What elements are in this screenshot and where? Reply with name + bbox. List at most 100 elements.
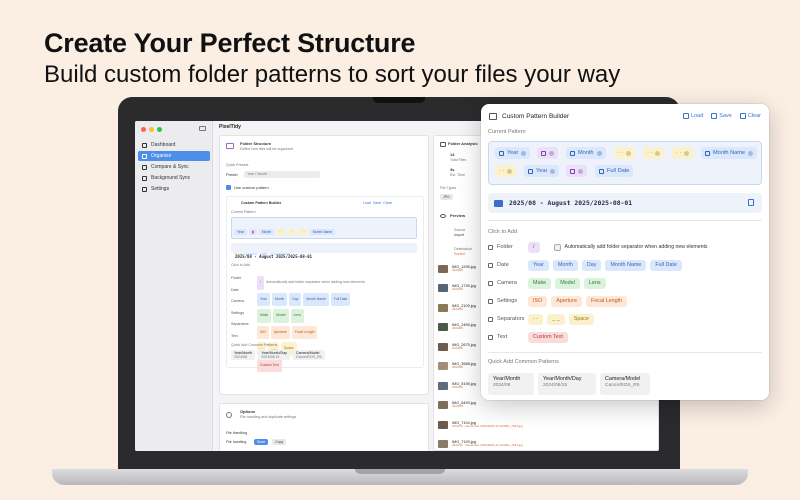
mini-save[interactable]: Save bbox=[373, 201, 381, 205]
quick-add-camera-model[interactable]: Camera/Model Canon/EOS_R5 bbox=[600, 373, 650, 395]
mini-token[interactable]: · · bbox=[276, 229, 286, 235]
calendar-icon bbox=[599, 168, 604, 174]
preview-file-row[interactable]: IMG_6493.jpg 2024/08 bbox=[438, 400, 656, 411]
mini-chip[interactable]: Make bbox=[257, 309, 272, 323]
remove-icon[interactable] bbox=[655, 150, 661, 156]
add-focal-length[interactable]: Focal Length bbox=[585, 295, 628, 307]
mini-chip[interactable]: Lens bbox=[290, 309, 304, 323]
add-underscore[interactable]: _ _ bbox=[547, 313, 565, 325]
sidebar-item-organize[interactable]: Organize bbox=[138, 151, 210, 161]
file-destination: 2024/08 bbox=[452, 287, 463, 292]
add-lens[interactable]: Lens bbox=[583, 277, 606, 289]
token-folder-separator[interactable] bbox=[537, 147, 558, 159]
mini-quick-item[interactable]: Year/Month 2024/08 bbox=[231, 350, 256, 360]
preview-file-row[interactable]: IMG_7104.jpg 2024/12 · December 2024/2024… bbox=[438, 419, 656, 430]
remove-icon[interactable] bbox=[550, 168, 556, 174]
add-year[interactable]: Year bbox=[528, 259, 549, 271]
add-aperture[interactable]: Aperture bbox=[551, 295, 582, 307]
quick-add-title: Camera/Model bbox=[605, 376, 641, 382]
photo-thumbnail bbox=[438, 342, 448, 351]
add-model[interactable]: Model bbox=[555, 277, 580, 289]
mini-quick-item[interactable]: Camera/Model Canon/EOS_R5 bbox=[292, 350, 325, 360]
token-month-name[interactable]: Month Name bbox=[701, 147, 758, 159]
preset-label: Preset bbox=[226, 172, 238, 177]
mini-chip[interactable]: Month bbox=[271, 292, 288, 306]
preview-file-row[interactable]: IMG_7193.jpg 2024/12 · December 2024/2024… bbox=[438, 439, 656, 450]
remove-icon[interactable] bbox=[626, 150, 632, 156]
hero-subline: Build custom folder patterns to sort you… bbox=[44, 61, 621, 88]
remove-icon[interactable] bbox=[578, 168, 583, 174]
mini-token[interactable]: Year bbox=[234, 229, 247, 235]
mini-token[interactable]: Month Name bbox=[309, 229, 336, 235]
add-day[interactable]: Day bbox=[581, 259, 602, 271]
mini-chip[interactable]: Model bbox=[273, 309, 289, 323]
clear-button[interactable]: Clear bbox=[739, 113, 761, 119]
camera-icon bbox=[488, 280, 493, 286]
copy-icon[interactable] bbox=[748, 199, 754, 206]
add-month-name[interactable]: Month Name bbox=[605, 259, 647, 271]
mini-chip[interactable]: Custom Text bbox=[257, 358, 282, 372]
sidebar-item-dashboard[interactable]: Dashboard bbox=[138, 140, 210, 150]
mini-token[interactable]: ▮ bbox=[248, 229, 257, 235]
token-month[interactable]: Month bbox=[566, 147, 606, 159]
token-dash[interactable]: · · bbox=[672, 147, 694, 159]
mini-chip[interactable]: Full Date bbox=[330, 292, 351, 306]
token-year[interactable]: Year bbox=[495, 147, 531, 159]
sidebar-item-settings[interactable]: Settings bbox=[138, 184, 210, 194]
mini-chip[interactable]: Aperture bbox=[270, 325, 290, 339]
token-dash[interactable]: · · bbox=[614, 147, 636, 159]
remove-icon[interactable] bbox=[521, 150, 527, 156]
token-folder-separator[interactable] bbox=[566, 165, 587, 177]
add-custom-text[interactable]: Custom Text bbox=[528, 331, 568, 343]
move-option[interactable]: Move bbox=[254, 439, 269, 445]
remove-icon[interactable] bbox=[748, 150, 754, 156]
sidebar-toggle-icon[interactable] bbox=[199, 126, 206, 131]
quick-add-year-month-day[interactable]: Year/Month/Day 2024/08/15 bbox=[538, 373, 596, 395]
sidebar-item-compare-sync[interactable]: Compare & Sync bbox=[138, 162, 210, 172]
add-make[interactable]: Make bbox=[528, 277, 552, 289]
add-month[interactable]: Month bbox=[552, 259, 578, 271]
token-full-date[interactable]: Full Date bbox=[595, 165, 634, 177]
mini-token[interactable]: · · bbox=[287, 229, 297, 235]
row-camera: Camera Make Model Lens bbox=[488, 277, 610, 289]
mini-clear[interactable]: Clear bbox=[383, 201, 392, 205]
load-button[interactable]: Load bbox=[683, 113, 703, 119]
mini-quick-item[interactable]: Year/Month/Day 2024/08/15 bbox=[258, 350, 290, 360]
auto-separator-checkbox[interactable] bbox=[553, 243, 561, 251]
token-year[interactable]: Year bbox=[524, 165, 560, 177]
mini-chip[interactable]: Month Name bbox=[303, 292, 329, 306]
row-folder: Folder / Automatically add folder separa… bbox=[488, 241, 708, 253]
close-button[interactable] bbox=[141, 127, 146, 132]
token-space[interactable]: · · bbox=[495, 165, 517, 177]
remove-icon[interactable] bbox=[596, 150, 602, 156]
mini-chip[interactable]: / bbox=[257, 276, 264, 290]
add-full-date[interactable]: Full Date bbox=[650, 259, 682, 271]
save-button[interactable]: Save bbox=[711, 113, 732, 119]
add-dash[interactable]: - - bbox=[528, 313, 544, 325]
mini-token[interactable]: · · bbox=[298, 229, 308, 235]
remove-icon[interactable] bbox=[549, 150, 554, 156]
add-space[interactable]: Space bbox=[568, 313, 594, 325]
remove-icon[interactable] bbox=[684, 150, 690, 156]
zoom-button[interactable] bbox=[157, 127, 162, 132]
remove-icon[interactable] bbox=[507, 168, 513, 174]
mini-chip[interactable]: Day bbox=[289, 292, 302, 306]
add-folder-separator[interactable]: / bbox=[528, 241, 540, 253]
file-destination: 2024/08 bbox=[452, 326, 463, 331]
minimize-button[interactable] bbox=[149, 127, 154, 132]
token-space[interactable]: · · bbox=[643, 147, 665, 159]
mini-token[interactable]: Month bbox=[258, 229, 275, 235]
add-iso[interactable]: ISO bbox=[528, 295, 548, 307]
copy-option[interactable]: Copy bbox=[272, 439, 287, 445]
calendar-icon bbox=[570, 150, 575, 156]
use-custom-checkbox[interactable] bbox=[226, 185, 231, 190]
quick-add-year-month[interactable]: Year/Month 2024/08 bbox=[488, 373, 534, 395]
preset-select[interactable]: Year / Month bbox=[244, 171, 320, 178]
calendar-icon bbox=[705, 150, 710, 156]
mini-load[interactable]: Load bbox=[363, 201, 371, 205]
mini-chip[interactable]: ISO bbox=[257, 325, 269, 339]
mini-chip[interactable]: Year bbox=[257, 292, 270, 306]
mini-chip[interactable]: Focal Length bbox=[291, 325, 318, 339]
row-settings: Settings ISO Aperture Focal Length bbox=[488, 295, 631, 307]
sidebar-item-background-sync[interactable]: Background Sync bbox=[138, 173, 210, 183]
